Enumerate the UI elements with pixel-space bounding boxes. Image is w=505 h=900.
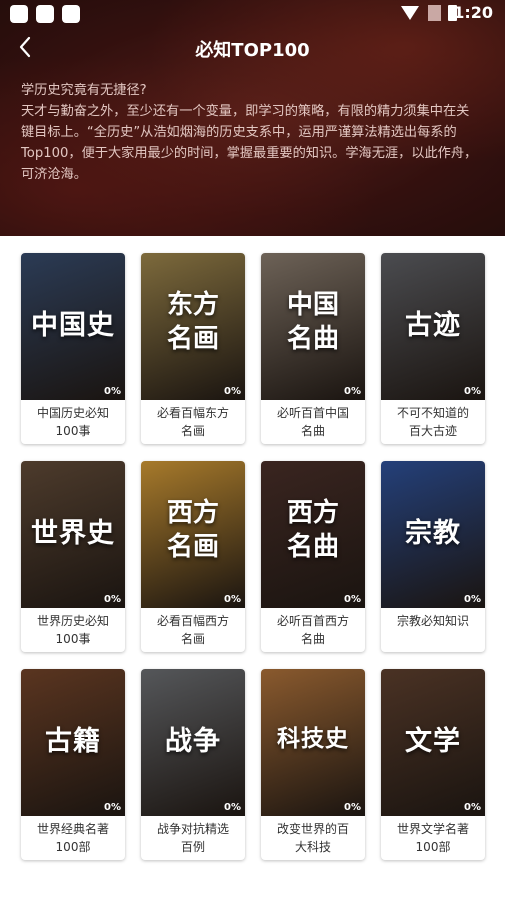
card-label: 必听百首西方名曲: [276, 614, 349, 646]
topic-card[interactable]: 世界史 0% 世界历史必知100事: [21, 461, 125, 652]
topic-card[interactable]: 宗教 0% 宗教必知知识: [381, 461, 485, 652]
no-signal-icon: [428, 5, 441, 21]
cover-title: 战争: [165, 726, 221, 757]
cover-title: 古籍: [45, 726, 101, 757]
topic-card[interactable]: 东方 名画 0% 必看百幅东方名画: [141, 253, 245, 444]
cover-title: 文学: [405, 726, 461, 757]
topic-card[interactable]: 古籍 0% 世界经典名著100部: [21, 669, 125, 860]
topic-card[interactable]: 战争 0% 战争对抗精选百例: [141, 669, 245, 860]
cover-title: 宗教: [405, 518, 461, 549]
cover-title: 世界史: [31, 518, 115, 549]
top-nav: 必知TOP100: [0, 30, 505, 66]
cover-title: 西方 名画: [166, 498, 219, 562]
card-cover-image: 东方 名画 0%: [141, 253, 245, 400]
card-label: 不可不知道的百大古迹: [396, 406, 469, 438]
progress-percent: 0%: [344, 802, 361, 813]
cover-title: 中国史: [31, 310, 115, 341]
topic-card[interactable]: 文学 0% 世界文学名著100部: [381, 669, 485, 860]
topic-card[interactable]: 科技史 0% 改变世界的百大科技: [261, 669, 365, 860]
progress-percent: 0%: [104, 386, 121, 397]
card-label: 必看百幅东方名画: [156, 406, 229, 438]
notification-icon: [36, 5, 54, 23]
notification-icon: [62, 5, 80, 23]
progress-percent: 0%: [224, 386, 241, 397]
card-label: 世界历史必知100事: [36, 614, 109, 646]
card-cover-image: 西方 名画 0%: [141, 461, 245, 608]
cover-title: 古迹: [405, 310, 461, 341]
cover-title: 东方 名画: [166, 290, 219, 354]
intro-question: 学历史究竟有无捷径?: [21, 83, 147, 98]
progress-percent: 0%: [224, 802, 241, 813]
status-time: 1:20: [453, 3, 493, 22]
card-cover-image: 西方 名曲 0%: [261, 461, 365, 608]
card-label: 宗教必知知识: [396, 614, 469, 628]
card-label: 世界经典名著100部: [36, 822, 109, 854]
card-cover-image: 战争 0%: [141, 669, 245, 816]
topic-card[interactable]: 西方 名画 0% 必看百幅西方名画: [141, 461, 245, 652]
card-cover-image: 中国史 0%: [21, 253, 125, 400]
progress-percent: 0%: [464, 802, 481, 813]
topic-card[interactable]: 中国 名曲 0% 必听百首中国名曲: [261, 253, 365, 444]
progress-percent: 0%: [224, 594, 241, 605]
card-cover-image: 古籍 0%: [21, 669, 125, 816]
progress-percent: 0%: [344, 386, 361, 397]
wifi-icon: [401, 6, 419, 20]
card-label: 改变世界的百大科技: [276, 822, 349, 854]
card-cover-image: 古迹 0%: [381, 253, 485, 400]
topic-card[interactable]: 古迹 0% 不可不知道的百大古迹: [381, 253, 485, 444]
intro-text: 学历史究竟有无捷径? 天才与勤奋之外，至少还有一个变量，即学习的策略，有限的精力…: [21, 80, 481, 185]
progress-percent: 0%: [344, 594, 361, 605]
app-screen: 1:20 必知TOP100 学历史究竟有无捷径? 天才与勤奋之外，至少还有一个变…: [0, 0, 505, 900]
intro-description: 天才与勤奋之外，至少还有一个变量，即学习的策略，有限的精力须集中在关键目标上。“…: [21, 104, 478, 182]
card-label: 世界文学名著100部: [396, 822, 469, 854]
card-label: 必看百幅西方名画: [156, 614, 229, 646]
card-cover-image: 中国 名曲 0%: [261, 253, 365, 400]
progress-percent: 0%: [104, 594, 121, 605]
cover-title: 中国 名曲: [286, 290, 339, 354]
card-cover-image: 世界史 0%: [21, 461, 125, 608]
card-cover-image: 科技史 0%: [261, 669, 365, 816]
notification-icon: [10, 5, 28, 23]
card-cover-image: 宗教 0%: [381, 461, 485, 608]
page-title: 必知TOP100: [195, 40, 310, 61]
cover-title: 西方 名曲: [286, 498, 339, 562]
progress-percent: 0%: [464, 594, 481, 605]
cover-title: 科技史: [277, 725, 349, 752]
progress-percent: 0%: [104, 802, 121, 813]
topic-card[interactable]: 中国史 0% 中国历史必知100事: [21, 253, 125, 444]
card-label: 必听百首中国名曲: [276, 406, 349, 438]
topic-card[interactable]: 西方 名曲 0% 必听百首西方名曲: [261, 461, 365, 652]
card-cover-image: 文学 0%: [381, 669, 485, 816]
status-bar: 1:20: [0, 0, 505, 28]
card-label: 战争对抗精选百例: [156, 822, 229, 854]
progress-percent: 0%: [464, 386, 481, 397]
card-label: 中国历史必知100事: [36, 406, 109, 438]
